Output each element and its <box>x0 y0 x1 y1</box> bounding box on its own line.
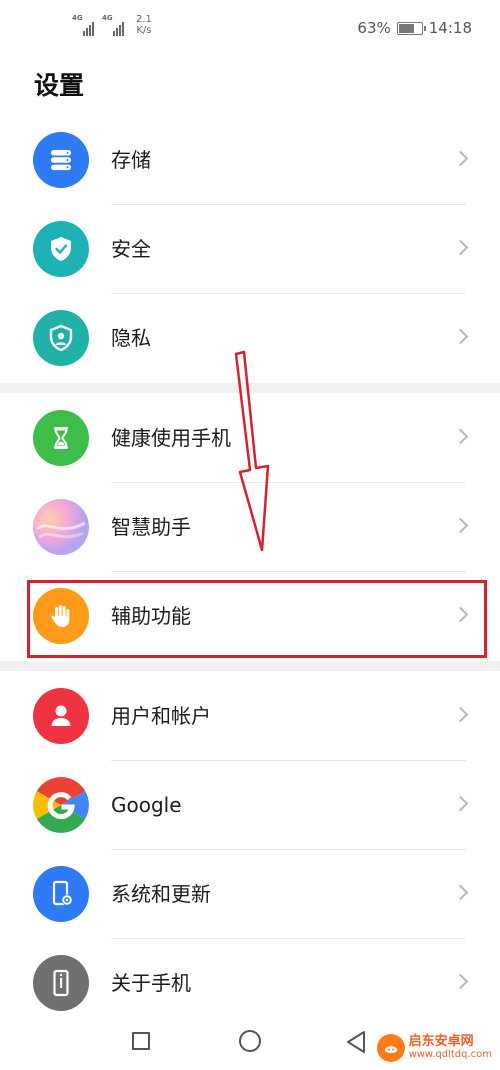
signal-2-icon: 4G <box>102 14 128 36</box>
chevron-right-icon <box>452 706 469 723</box>
google-icon <box>33 777 89 833</box>
battery-icon <box>396 21 426 35</box>
chevron-right-icon <box>452 884 469 901</box>
highlight-box <box>27 580 487 658</box>
privacy-icon <box>33 310 89 366</box>
shield-check-icon <box>33 221 89 277</box>
signal-1-icon: 4G <box>72 14 98 36</box>
chevron-right-icon <box>452 428 469 445</box>
settings-item-users-accounts[interactable]: 用户和帐户 <box>0 672 500 761</box>
watermark-url: www.qdltdq.com <box>408 1049 492 1060</box>
user-icon <box>33 688 89 744</box>
watermark-title: 启东安卓网 <box>408 1034 474 1049</box>
status-bar: 4G 4G 2.1 K/s 63% 14:18 <box>0 0 500 60</box>
recent-apps-button[interactable] <box>132 1032 150 1050</box>
watermark: 启东安卓网 www.qdltdq.com <box>372 1032 496 1064</box>
battery-percent: 63% <box>357 19 391 37</box>
network-speed: 2.1 K/s <box>136 14 152 36</box>
chevron-right-icon <box>452 973 469 990</box>
back-button[interactable] <box>345 1030 367 1054</box>
home-button[interactable] <box>239 1030 261 1052</box>
chevron-right-icon <box>452 517 469 534</box>
settings-item-label: Google <box>111 793 182 817</box>
clock: 14:18 <box>428 19 472 37</box>
network-indicators: 4G 4G 2.1 K/s <box>72 14 152 36</box>
hourglass-icon <box>33 410 89 466</box>
watermark-logo-icon <box>376 1034 405 1062</box>
annotation-arrow-icon <box>234 350 270 552</box>
settings-item-label: 存储 <box>111 148 151 172</box>
system-update-icon <box>33 866 89 922</box>
settings-item-label: 安全 <box>111 237 151 261</box>
storage-icon <box>33 132 89 188</box>
phone-info-icon <box>33 955 89 1011</box>
settings-item-google[interactable]: Google <box>0 761 500 850</box>
settings-item-label: 隐私 <box>111 326 151 350</box>
settings-item-label: 系统和更新 <box>111 882 211 906</box>
settings-item-label: 智慧助手 <box>111 515 191 539</box>
page-title: 设置 <box>34 71 85 100</box>
settings-item-label: 用户和帐户 <box>111 704 211 728</box>
smart-assistant-icon <box>33 499 89 555</box>
settings-item-system-update[interactable]: 系统和更新 <box>0 850 500 939</box>
chevron-right-icon <box>452 795 469 812</box>
settings-item-security[interactable]: 安全 <box>0 205 500 294</box>
section-separator <box>0 661 500 671</box>
chevron-right-icon <box>452 328 469 345</box>
settings-item-storage[interactable]: 存储 <box>0 116 500 205</box>
chevron-right-icon <box>452 150 469 167</box>
chevron-right-icon <box>452 239 469 256</box>
